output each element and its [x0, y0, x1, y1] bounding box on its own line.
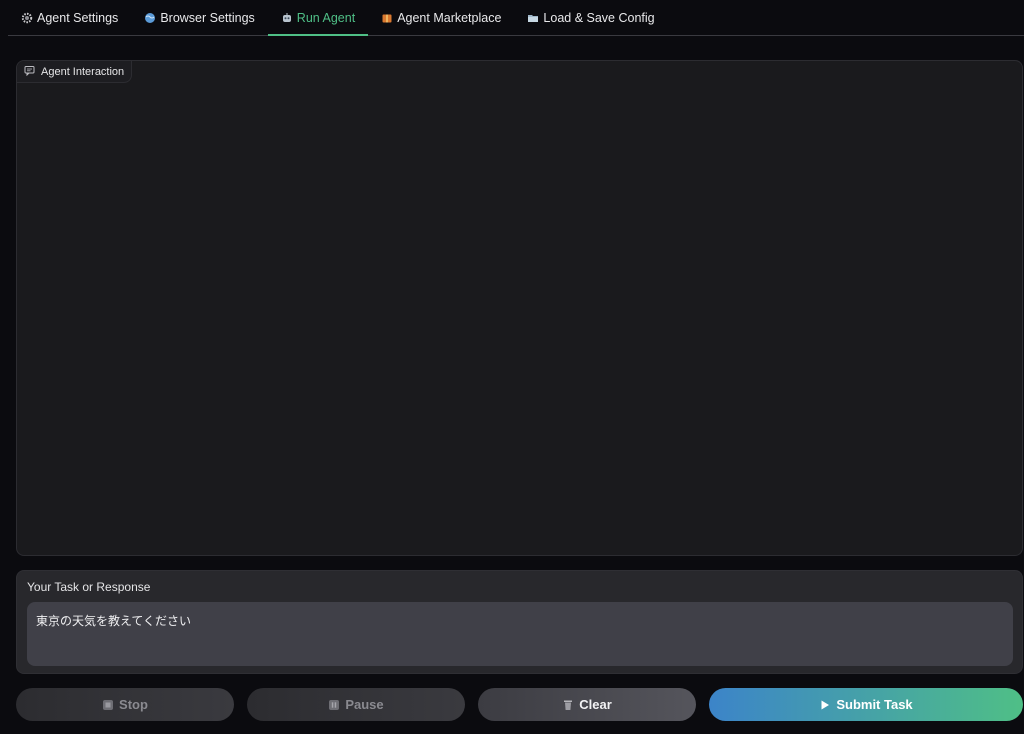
tab-bar: Agent Settings Browser Settings Run Agen… — [8, 0, 1024, 36]
task-label: Your Task or Response — [27, 580, 151, 594]
gear-icon — [21, 12, 33, 24]
submit-task-button[interactable]: Submit Task — [709, 688, 1023, 721]
tab-load-save-config[interactable]: Load & Save Config — [514, 0, 667, 35]
stop-icon — [102, 699, 114, 711]
pause-button[interactable]: Pause — [247, 688, 465, 721]
folder-icon — [527, 12, 539, 24]
tab-label: Load & Save Config — [543, 10, 655, 25]
play-icon — [819, 699, 831, 711]
stop-label: Stop — [119, 697, 148, 712]
clear-button[interactable]: Clear — [478, 688, 696, 721]
tab-agent-marketplace[interactable]: Agent Marketplace — [368, 0, 514, 35]
tab-label: Run Agent — [296, 10, 356, 25]
tab-browser-settings[interactable]: Browser Settings — [131, 0, 267, 35]
submit-label: Submit Task — [836, 697, 913, 712]
chatbox-label-text: Agent Interaction — [41, 65, 125, 78]
tab-label: Agent Settings — [37, 10, 119, 25]
tab-run-agent[interactable]: Run Agent — [267, 0, 369, 36]
clear-label: Clear — [579, 697, 612, 712]
globe-icon — [144, 12, 156, 24]
tab-label: Browser Settings — [160, 10, 255, 25]
pause-label: Pause — [345, 697, 384, 712]
chat-icon — [24, 65, 35, 79]
task-input[interactable]: 東京の天気を教えてください — [27, 602, 1013, 666]
agent-interaction-chatbox[interactable]: Agent Interaction — [16, 60, 1023, 556]
robot-icon — [281, 12, 293, 24]
package-icon — [381, 12, 393, 24]
tab-label: Agent Marketplace — [397, 10, 502, 25]
stop-button[interactable]: Stop — [16, 688, 234, 721]
pause-icon — [328, 699, 340, 711]
task-panel: Your Task or Response 東京の天気を教えてください — [16, 570, 1023, 674]
chatbox-label: Agent Interaction — [17, 61, 133, 83]
tab-agent-settings[interactable]: Agent Settings — [8, 0, 131, 35]
trash-icon — [562, 699, 574, 711]
